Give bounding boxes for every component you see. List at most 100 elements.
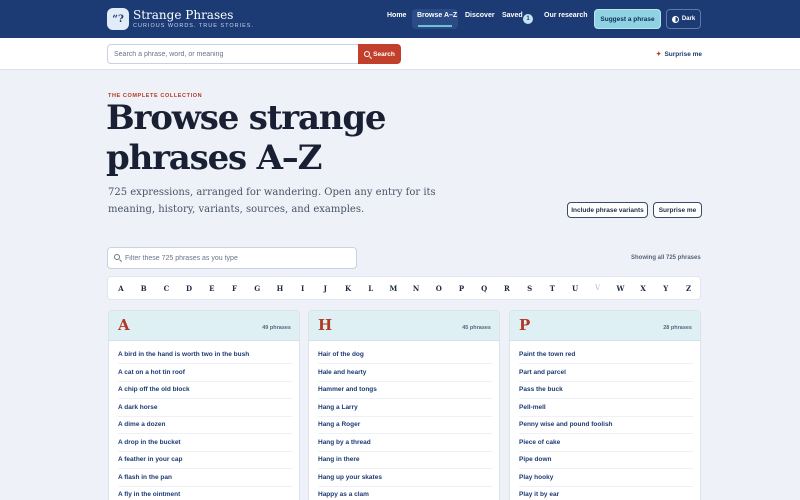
phrase-link[interactable]: Pell-mell — [519, 404, 546, 411]
phrase-link[interactable]: A chip off the old block — [118, 386, 190, 393]
entry-divider — [318, 380, 492, 382]
alphabet-letter-c[interactable]: C — [160, 284, 172, 293]
phrase-link[interactable]: Hale and hearty — [318, 369, 366, 376]
phrase-link[interactable]: Hair of the dog — [318, 351, 364, 358]
site-title[interactable]: Strange Phrases — [133, 8, 233, 22]
alphabet-letter-l[interactable]: L — [365, 284, 377, 293]
alphabet-letter-h[interactable]: H — [274, 284, 286, 293]
phrase-link[interactable]: A bird in the hand is worth two in the b… — [118, 351, 249, 358]
alphabet-letter-x[interactable]: X — [637, 284, 649, 293]
phrase-link[interactable]: A flash in the pan — [118, 474, 172, 481]
letter-column-h: H 45 phrases Hair of the dog Hale and hea… — [308, 310, 500, 500]
phrase-link[interactable]: Pipe down — [519, 456, 552, 463]
nav-our-research[interactable]: Our research — [544, 12, 588, 19]
search-button[interactable]: Search — [358, 44, 401, 64]
search-input[interactable] — [107, 44, 359, 64]
entry-divider — [519, 363, 693, 364]
alphabet-letter-t[interactable]: T — [546, 284, 558, 293]
alphabet-letter-u[interactable]: U — [569, 284, 581, 293]
phrase-link[interactable]: Hang up your skates — [318, 474, 382, 481]
phrase-link[interactable]: Play hooky — [519, 474, 553, 481]
entry-divider — [519, 380, 693, 382]
phrase-link[interactable]: Paint the town red — [519, 351, 575, 358]
phrase-link[interactable]: Pass the buck — [519, 386, 563, 393]
entry-divider — [118, 468, 292, 469]
include-variants-button[interactable]: Include phrase variants — [567, 202, 648, 218]
entry-divider — [118, 380, 292, 382]
entry-divider — [318, 450, 492, 452]
phrase-link[interactable]: Hammer and tongs — [318, 386, 377, 393]
nav-discover[interactable]: Discover — [465, 12, 495, 19]
phrase-link[interactable]: Hang a Roger — [318, 421, 360, 428]
nav-home[interactable]: Home — [387, 12, 406, 19]
phrase-link[interactable]: Hang a Larry — [318, 404, 358, 411]
search-icon — [364, 51, 371, 57]
phrase-link[interactable]: Piece of cake — [519, 439, 560, 446]
phrase-link[interactable]: Hang by a thread — [318, 439, 371, 446]
column-count: 28 phrases — [663, 325, 692, 331]
dark-mode-toggle[interactable]: Dark — [666, 9, 701, 29]
search-button-label: Search — [373, 50, 395, 58]
alphabet-letter-d[interactable]: D — [183, 284, 195, 293]
filter-search-icon — [114, 254, 120, 260]
alphabet-letter-r[interactable]: R — [501, 284, 513, 293]
column-letter: P — [519, 316, 531, 334]
column-count: 49 phrases — [262, 325, 291, 331]
alphabet-letter-g[interactable]: G — [251, 284, 263, 293]
phrase-link[interactable]: A cat on a hot tin roof — [118, 369, 185, 376]
filter-input[interactable] — [125, 252, 350, 264]
phrase-link[interactable]: Play it by ear — [519, 491, 559, 498]
nav-active-underline — [418, 25, 452, 27]
nav-browse-a-z[interactable]: Browse A–Z — [417, 12, 457, 19]
alphabet-letter-j[interactable]: J — [319, 284, 331, 293]
entry-divider — [318, 468, 492, 469]
alphabet-letter-e[interactable]: E — [206, 284, 218, 293]
column-count: 45 phrases — [462, 325, 491, 331]
phrase-link[interactable]: Penny wise and pound foolish — [519, 421, 613, 428]
alphabet-letter-f[interactable]: F — [229, 284, 241, 293]
entry-divider — [519, 398, 693, 399]
entry-divider — [118, 450, 292, 452]
alphabet-letter-a[interactable]: A — [115, 284, 127, 293]
phrase-link[interactable]: Part and parcel — [519, 369, 566, 376]
alphabet-letter-q[interactable]: Q — [478, 284, 490, 293]
dark-mode-label: Dark — [681, 16, 696, 22]
hero-surprise-button[interactable]: Surprise me — [653, 202, 702, 218]
entry-divider — [519, 433, 693, 434]
alphabet-letter-k[interactable]: K — [342, 284, 354, 293]
entry-divider — [318, 485, 492, 487]
entry-divider — [519, 485, 693, 487]
alphabet-letter-y[interactable]: Y — [660, 284, 672, 293]
phrase-link[interactable]: Hang in there — [318, 456, 360, 463]
alphabet-letter-m[interactable]: M — [387, 284, 399, 293]
phrase-link[interactable]: A drop in the bucket — [118, 439, 181, 446]
phrase-link[interactable]: A dime a dozen — [118, 421, 165, 428]
entry-divider — [118, 363, 292, 364]
alphabet-bar — [107, 276, 701, 300]
page-subtitle: 725 expressions, arranged for wandering.… — [108, 187, 436, 215]
phrase-link[interactable]: A fly in the ointment — [118, 491, 180, 498]
alphabet-letter-i[interactable]: I — [297, 284, 309, 293]
alphabet-letter-w[interactable]: W — [614, 284, 626, 293]
alphabet-letter-b[interactable]: B — [138, 284, 150, 293]
alphabet-letter-o[interactable]: O — [433, 284, 445, 293]
alphabet-letter-s[interactable]: S — [524, 284, 536, 293]
nav-saved[interactable]: Saved — [502, 12, 523, 19]
site-tagline: CURIOUS WORDS. TRUE STORIES. — [133, 23, 255, 29]
suggest-phrase-button[interactable]: Suggest a phrase — [594, 9, 661, 29]
phrase-link[interactable]: A feather in your cap — [118, 456, 182, 463]
surprise-me-link[interactable]: ✦ Surprise me — [656, 50, 702, 58]
column-letter: A — [118, 316, 130, 334]
entry-divider — [318, 433, 492, 434]
entry-divider — [519, 415, 693, 417]
alphabet-letter-z[interactable]: Z — [683, 284, 695, 293]
half-moon-icon — [671, 15, 679, 23]
entry-divider — [118, 485, 292, 487]
saved-count-badge: 1 — [523, 14, 533, 24]
phrase-link[interactable]: A dark horse — [118, 404, 158, 411]
quote-logo-icon[interactable]: “? — [107, 8, 129, 30]
phrase-link[interactable]: Happy as a clam — [318, 491, 369, 498]
alphabet-letter-p[interactable]: P — [456, 284, 468, 293]
alphabet-letter-n[interactable]: N — [410, 284, 422, 293]
entry-divider — [318, 363, 492, 364]
